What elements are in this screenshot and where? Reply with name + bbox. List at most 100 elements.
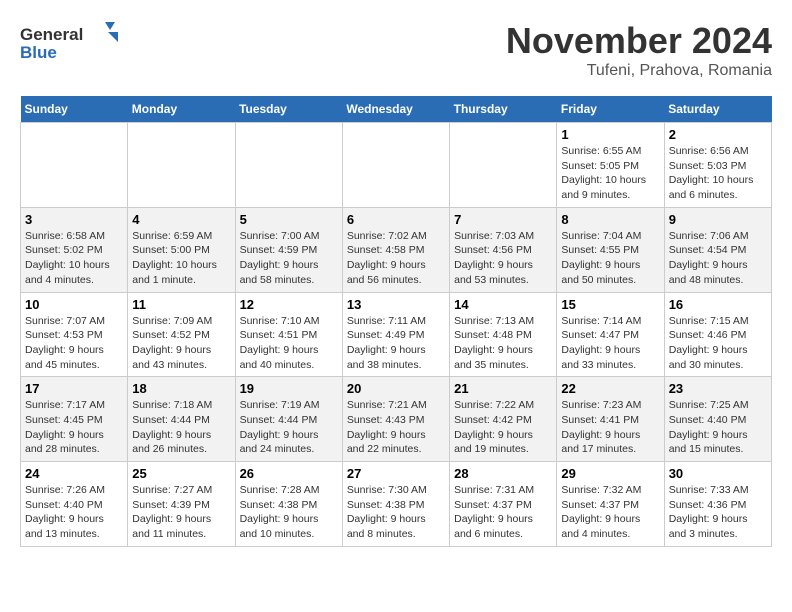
day-info: Sunrise: 7:02 AMSunset: 4:58 PMDaylight:…: [347, 229, 445, 288]
day-info: Sunrise: 7:09 AMSunset: 4:52 PMDaylight:…: [132, 314, 230, 373]
day-info: Sunrise: 7:21 AMSunset: 4:43 PMDaylight:…: [347, 398, 445, 457]
day-number: 4: [132, 212, 230, 227]
day-info: Sunrise: 7:15 AMSunset: 4:46 PMDaylight:…: [669, 314, 767, 373]
day-info: Sunrise: 6:56 AMSunset: 5:03 PMDaylight:…: [669, 144, 767, 203]
day-number: 11: [132, 297, 230, 312]
calendar-day-cell: 30 Sunrise: 7:33 AMSunset: 4:36 PMDayligh…: [664, 462, 771, 547]
day-number: 24: [25, 466, 123, 481]
calendar-day-cell: 6 Sunrise: 7:02 AMSunset: 4:58 PMDaylight…: [342, 207, 449, 292]
weekday-header: Wednesday: [342, 96, 449, 123]
day-info: Sunrise: 6:55 AMSunset: 5:05 PMDaylight:…: [561, 144, 659, 203]
weekday-header: Tuesday: [235, 96, 342, 123]
weekday-header: Thursday: [450, 96, 557, 123]
day-number: 15: [561, 297, 659, 312]
day-info: Sunrise: 7:17 AMSunset: 4:45 PMDaylight:…: [25, 398, 123, 457]
day-number: 3: [25, 212, 123, 227]
calendar-day-cell: 10 Sunrise: 7:07 AMSunset: 4:53 PMDayligh…: [21, 292, 128, 377]
weekday-header: Friday: [557, 96, 664, 123]
day-number: 28: [454, 466, 552, 481]
calendar-day-cell: 16 Sunrise: 7:15 AMSunset: 4:46 PMDayligh…: [664, 292, 771, 377]
calendar-day-cell: 27Sunrise: 7:30 AMSunset: 4:38 PMDayligh…: [342, 462, 449, 547]
day-info: Sunrise: 7:07 AMSunset: 4:53 PMDaylight:…: [25, 314, 123, 373]
page-header: General Blue November 2024 Tufeni, Praho…: [20, 20, 772, 80]
calendar-day-cell: 14Sunrise: 7:13 AMSunset: 4:48 PMDayligh…: [450, 292, 557, 377]
calendar-day-cell: [128, 123, 235, 208]
calendar-day-cell: 11 Sunrise: 7:09 AMSunset: 4:52 PMDayligh…: [128, 292, 235, 377]
svg-text:Blue: Blue: [20, 43, 57, 62]
calendar-day-cell: 15 Sunrise: 7:14 AMSunset: 4:47 PMDayligh…: [557, 292, 664, 377]
day-number: 23: [669, 381, 767, 396]
day-info: Sunrise: 6:58 AMSunset: 5:02 PMDaylight:…: [25, 229, 123, 288]
calendar-week-row: 3 Sunrise: 6:58 AMSunset: 5:02 PMDaylight…: [21, 207, 772, 292]
day-number: 21: [454, 381, 552, 396]
day-number: 16: [669, 297, 767, 312]
logo: General Blue: [20, 20, 120, 65]
svg-text:General: General: [20, 25, 83, 44]
day-info: Sunrise: 7:23 AMSunset: 4:41 PMDaylight:…: [561, 398, 659, 457]
day-info: Sunrise: 7:27 AMSunset: 4:39 PMDaylight:…: [132, 483, 230, 542]
day-info: Sunrise: 7:11 AMSunset: 4:49 PMDaylight:…: [347, 314, 445, 373]
day-info: Sunrise: 7:28 AMSunset: 4:38 PMDaylight:…: [240, 483, 338, 542]
calendar-day-cell: 13 Sunrise: 7:11 AMSunset: 4:49 PMDayligh…: [342, 292, 449, 377]
day-number: 30: [669, 466, 767, 481]
calendar-week-row: 17 Sunrise: 7:17 AMSunset: 4:45 PMDayligh…: [21, 377, 772, 462]
day-info: Sunrise: 7:30 AMSunset: 4:38 PMDaylight:…: [347, 483, 445, 542]
day-number: 1: [561, 127, 659, 142]
day-number: 17: [25, 381, 123, 396]
day-info: Sunrise: 7:06 AMSunset: 4:54 PMDaylight:…: [669, 229, 767, 288]
calendar-day-cell: 8 Sunrise: 7:04 AMSunset: 4:55 PMDaylight…: [557, 207, 664, 292]
calendar-day-cell: 21Sunrise: 7:22 AMSunset: 4:42 PMDayligh…: [450, 377, 557, 462]
day-number: 9: [669, 212, 767, 227]
calendar-day-cell: 26Sunrise: 7:28 AMSunset: 4:38 PMDayligh…: [235, 462, 342, 547]
calendar-day-cell: 4Sunrise: 6:59 AMSunset: 5:00 PMDaylight…: [128, 207, 235, 292]
weekday-header: Monday: [128, 96, 235, 123]
calendar-day-cell: 17 Sunrise: 7:17 AMSunset: 4:45 PMDayligh…: [21, 377, 128, 462]
location: Tufeni, Prahova, Romania: [506, 62, 772, 80]
weekday-header-row: SundayMondayTuesdayWednesdayThursdayFrid…: [21, 96, 772, 123]
calendar-day-cell: 5 Sunrise: 7:00 AMSunset: 4:59 PMDaylight…: [235, 207, 342, 292]
calendar-day-cell: [235, 123, 342, 208]
day-number: 29: [561, 466, 659, 481]
calendar-day-cell: 1 Sunrise: 6:55 AMSunset: 5:05 PMDaylight…: [557, 123, 664, 208]
calendar-week-row: 10 Sunrise: 7:07 AMSunset: 4:53 PMDayligh…: [21, 292, 772, 377]
day-number: 22: [561, 381, 659, 396]
day-info: Sunrise: 7:00 AMSunset: 4:59 PMDaylight:…: [240, 229, 338, 288]
calendar-week-row: 1 Sunrise: 6:55 AMSunset: 5:05 PMDaylight…: [21, 123, 772, 208]
day-info: Sunrise: 7:31 AMSunset: 4:37 PMDaylight:…: [454, 483, 552, 542]
calendar-day-cell: 20 Sunrise: 7:21 AMSunset: 4:43 PMDayligh…: [342, 377, 449, 462]
day-info: Sunrise: 7:33 AMSunset: 4:36 PMDaylight:…: [669, 483, 767, 542]
day-number: 13: [347, 297, 445, 312]
day-info: Sunrise: 7:13 AMSunset: 4:48 PMDaylight:…: [454, 314, 552, 373]
day-info: Sunrise: 7:04 AMSunset: 4:55 PMDaylight:…: [561, 229, 659, 288]
calendar-day-cell: 9 Sunrise: 7:06 AMSunset: 4:54 PMDaylight…: [664, 207, 771, 292]
weekday-header: Sunday: [21, 96, 128, 123]
day-info: Sunrise: 7:14 AMSunset: 4:47 PMDaylight:…: [561, 314, 659, 373]
day-number: 18: [132, 381, 230, 396]
weekday-header: Saturday: [664, 96, 771, 123]
calendar-day-cell: 22 Sunrise: 7:23 AMSunset: 4:41 PMDayligh…: [557, 377, 664, 462]
day-number: 2: [669, 127, 767, 142]
calendar-day-cell: 2 Sunrise: 6:56 AMSunset: 5:03 PMDaylight…: [664, 123, 771, 208]
calendar-day-cell: 7Sunrise: 7:03 AMSunset: 4:56 PMDaylight…: [450, 207, 557, 292]
day-number: 6: [347, 212, 445, 227]
calendar-day-cell: [21, 123, 128, 208]
calendar-table: SundayMondayTuesdayWednesdayThursdayFrid…: [20, 96, 772, 547]
calendar-day-cell: 12Sunrise: 7:10 AMSunset: 4:51 PMDayligh…: [235, 292, 342, 377]
day-info: Sunrise: 7:19 AMSunset: 4:44 PMDaylight:…: [240, 398, 338, 457]
day-number: 19: [240, 381, 338, 396]
day-info: Sunrise: 7:10 AMSunset: 4:51 PMDaylight:…: [240, 314, 338, 373]
calendar-day-cell: [450, 123, 557, 208]
calendar-day-cell: 24Sunrise: 7:26 AMSunset: 4:40 PMDayligh…: [21, 462, 128, 547]
day-number: 25: [132, 466, 230, 481]
day-info: Sunrise: 7:03 AMSunset: 4:56 PMDaylight:…: [454, 229, 552, 288]
day-number: 20: [347, 381, 445, 396]
calendar-day-cell: 28 Sunrise: 7:31 AMSunset: 4:37 PMDayligh…: [450, 462, 557, 547]
day-number: 8: [561, 212, 659, 227]
day-number: 10: [25, 297, 123, 312]
calendar-day-cell: 18 Sunrise: 7:18 AMSunset: 4:44 PMDayligh…: [128, 377, 235, 462]
calendar-day-cell: [342, 123, 449, 208]
day-info: Sunrise: 7:18 AMSunset: 4:44 PMDaylight:…: [132, 398, 230, 457]
title-block: November 2024 Tufeni, Prahova, Romania: [506, 20, 772, 80]
calendar-day-cell: 29Sunrise: 7:32 AMSunset: 4:37 PMDayligh…: [557, 462, 664, 547]
day-number: 5: [240, 212, 338, 227]
